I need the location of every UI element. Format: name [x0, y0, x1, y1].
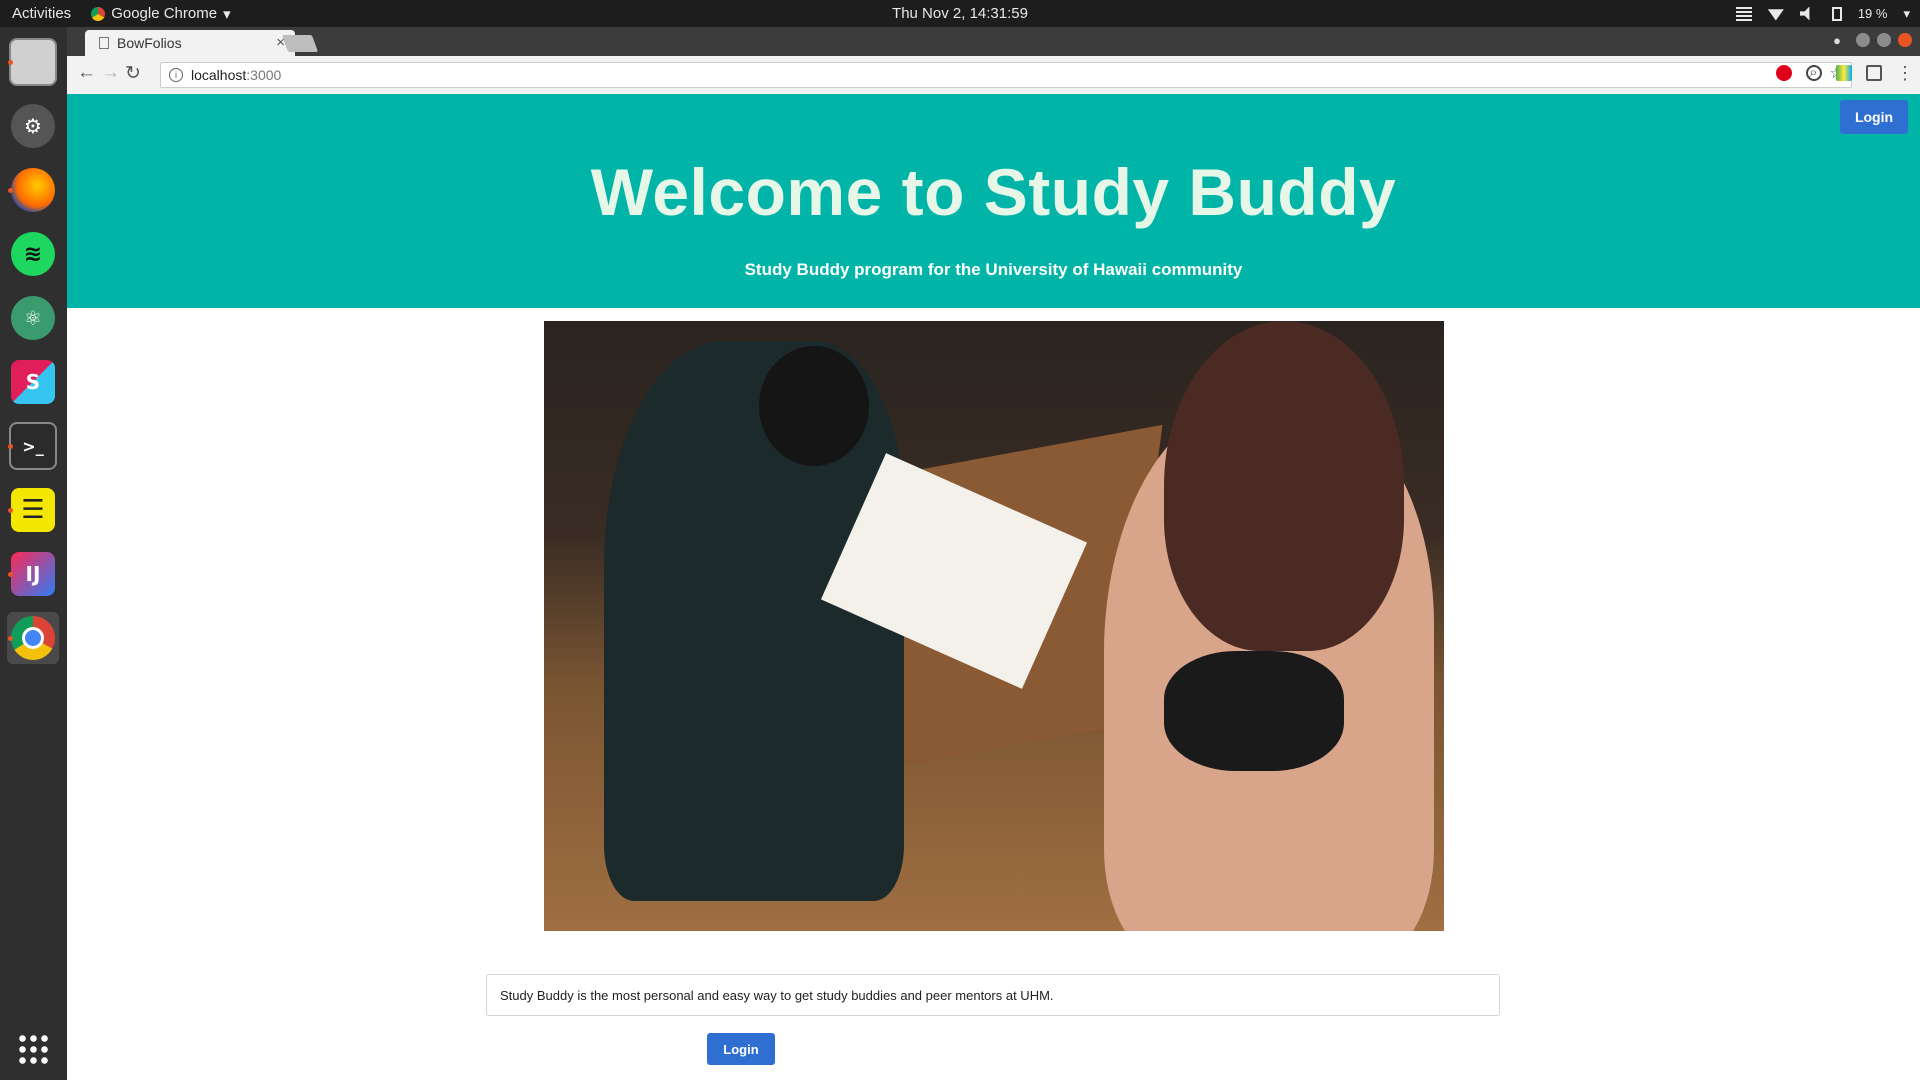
dock-item-files[interactable]	[7, 36, 59, 88]
indicator-menu-icon[interactable]	[1735, 6, 1752, 21]
system-top-bar: Activities Google Chrome ▾ Thu Nov 2, 14…	[0, 0, 1920, 27]
wifi-icon[interactable]	[1767, 9, 1784, 21]
slack-icon: S	[11, 360, 55, 404]
files-icon	[9, 38, 57, 86]
forward-arrow-icon[interactable]: →	[101, 62, 120, 84]
new-tab-button[interactable]	[281, 35, 319, 52]
cast-extension-icon[interactable]	[1866, 65, 1882, 81]
dock-item-intellij[interactable]: IJ	[7, 548, 59, 600]
app-menu[interactable]: Google Chrome ▾	[91, 5, 231, 23]
page-subtitle: Study Buddy program for the University o…	[744, 260, 1243, 279]
color-extension-icon[interactable]	[1836, 65, 1852, 81]
minimize-button[interactable]	[1856, 33, 1870, 47]
chevron-down-icon: ▾	[223, 5, 231, 23]
dock-item-spotify[interactable]: ≋	[7, 228, 59, 280]
sync-extension-icon[interactable]	[1806, 65, 1822, 81]
bottom-login-button[interactable]: Login	[707, 1033, 775, 1065]
tab-title: BowFolios	[117, 35, 182, 51]
chrome-small-icon	[91, 6, 106, 21]
show-applications-icon[interactable]	[17, 1033, 49, 1065]
clock[interactable]: Thu Nov 2, 14:31:59	[892, 5, 1028, 22]
window-controls: ●	[1833, 33, 1912, 48]
launcher-dock: ⚙ ≋ ⚛ S >_ ☰ IJ	[0, 27, 67, 1080]
extension-icons: ⋮	[1776, 64, 1914, 82]
chrome-window: BowFolios × ● ← → ↻ i localhost :3000 ⌕ …	[67, 27, 1920, 1080]
activities-button[interactable]: Activities	[12, 5, 71, 22]
intellij-icon: IJ	[11, 552, 55, 596]
hero-banner: Login Welcome to Study Buddy Study Buddy…	[67, 94, 1920, 308]
more-menu-icon[interactable]: ⋮	[1896, 64, 1914, 82]
firefox-icon	[11, 168, 55, 212]
site-info-icon[interactable]: i	[169, 68, 183, 82]
maximize-button[interactable]	[1877, 33, 1891, 47]
settings-icon: ⚙	[11, 104, 55, 148]
photo-swimsuit	[1164, 651, 1344, 771]
record-extension-icon[interactable]	[1776, 65, 1792, 81]
battery-icon[interactable]	[1831, 6, 1842, 21]
chevron-down-icon[interactable]: ▾	[1903, 6, 1910, 22]
dock-item-settings[interactable]: ⚙	[7, 100, 59, 152]
tab-bowfolios[interactable]: BowFolios ×	[85, 30, 295, 56]
dock-item-chrome[interactable]	[7, 612, 59, 664]
hero-photo	[544, 321, 1444, 931]
url-port: :3000	[246, 67, 282, 83]
url-host: localhost	[191, 67, 247, 83]
close-window-button[interactable]	[1898, 33, 1912, 47]
page-icon	[99, 37, 109, 49]
description-text: Study Buddy is the most personal and eas…	[500, 987, 1054, 1003]
profile-icon[interactable]: ●	[1833, 33, 1841, 48]
tab-strip: BowFolios × ●	[67, 27, 1920, 56]
dock-item-firefox[interactable]	[7, 164, 59, 216]
volume-icon[interactable]	[1799, 6, 1810, 21]
battery-percent: 19 %	[1857, 6, 1888, 21]
photo-hair-right	[1164, 321, 1404, 651]
system-tray[interactable]: 19 % ▾	[1735, 0, 1910, 27]
page-title: Welcome to Study Buddy	[590, 155, 1397, 229]
terminal-icon: >_	[9, 422, 57, 470]
atom-icon: ⚛	[11, 296, 55, 340]
dock-item-slack[interactable]: S	[7, 356, 59, 408]
dock-item-atom[interactable]: ⚛	[7, 292, 59, 344]
description-segment: Study Buddy is the most personal and eas…	[486, 974, 1500, 1016]
spotify-icon: ≋	[11, 232, 55, 276]
dock-item-notes[interactable]: ☰	[7, 484, 59, 536]
browser-toolbar: ← → ↻ i localhost :3000 ⌕ ☆ ⋮	[67, 56, 1920, 95]
notes-icon: ☰	[11, 488, 55, 532]
photo-head-left	[759, 346, 869, 466]
chrome-icon	[11, 616, 55, 660]
header-login-button[interactable]: Login	[1840, 100, 1908, 134]
page-viewport: Login Welcome to Study Buddy Study Buddy…	[67, 94, 1920, 1080]
address-bar[interactable]: i localhost :3000 ⌕ ☆	[160, 62, 1852, 88]
app-menu-label: Google Chrome	[111, 5, 218, 22]
reload-icon[interactable]: ↻	[125, 62, 141, 85]
back-arrow-icon[interactable]: ←	[77, 62, 96, 84]
dock-item-terminal[interactable]: >_	[7, 420, 59, 472]
